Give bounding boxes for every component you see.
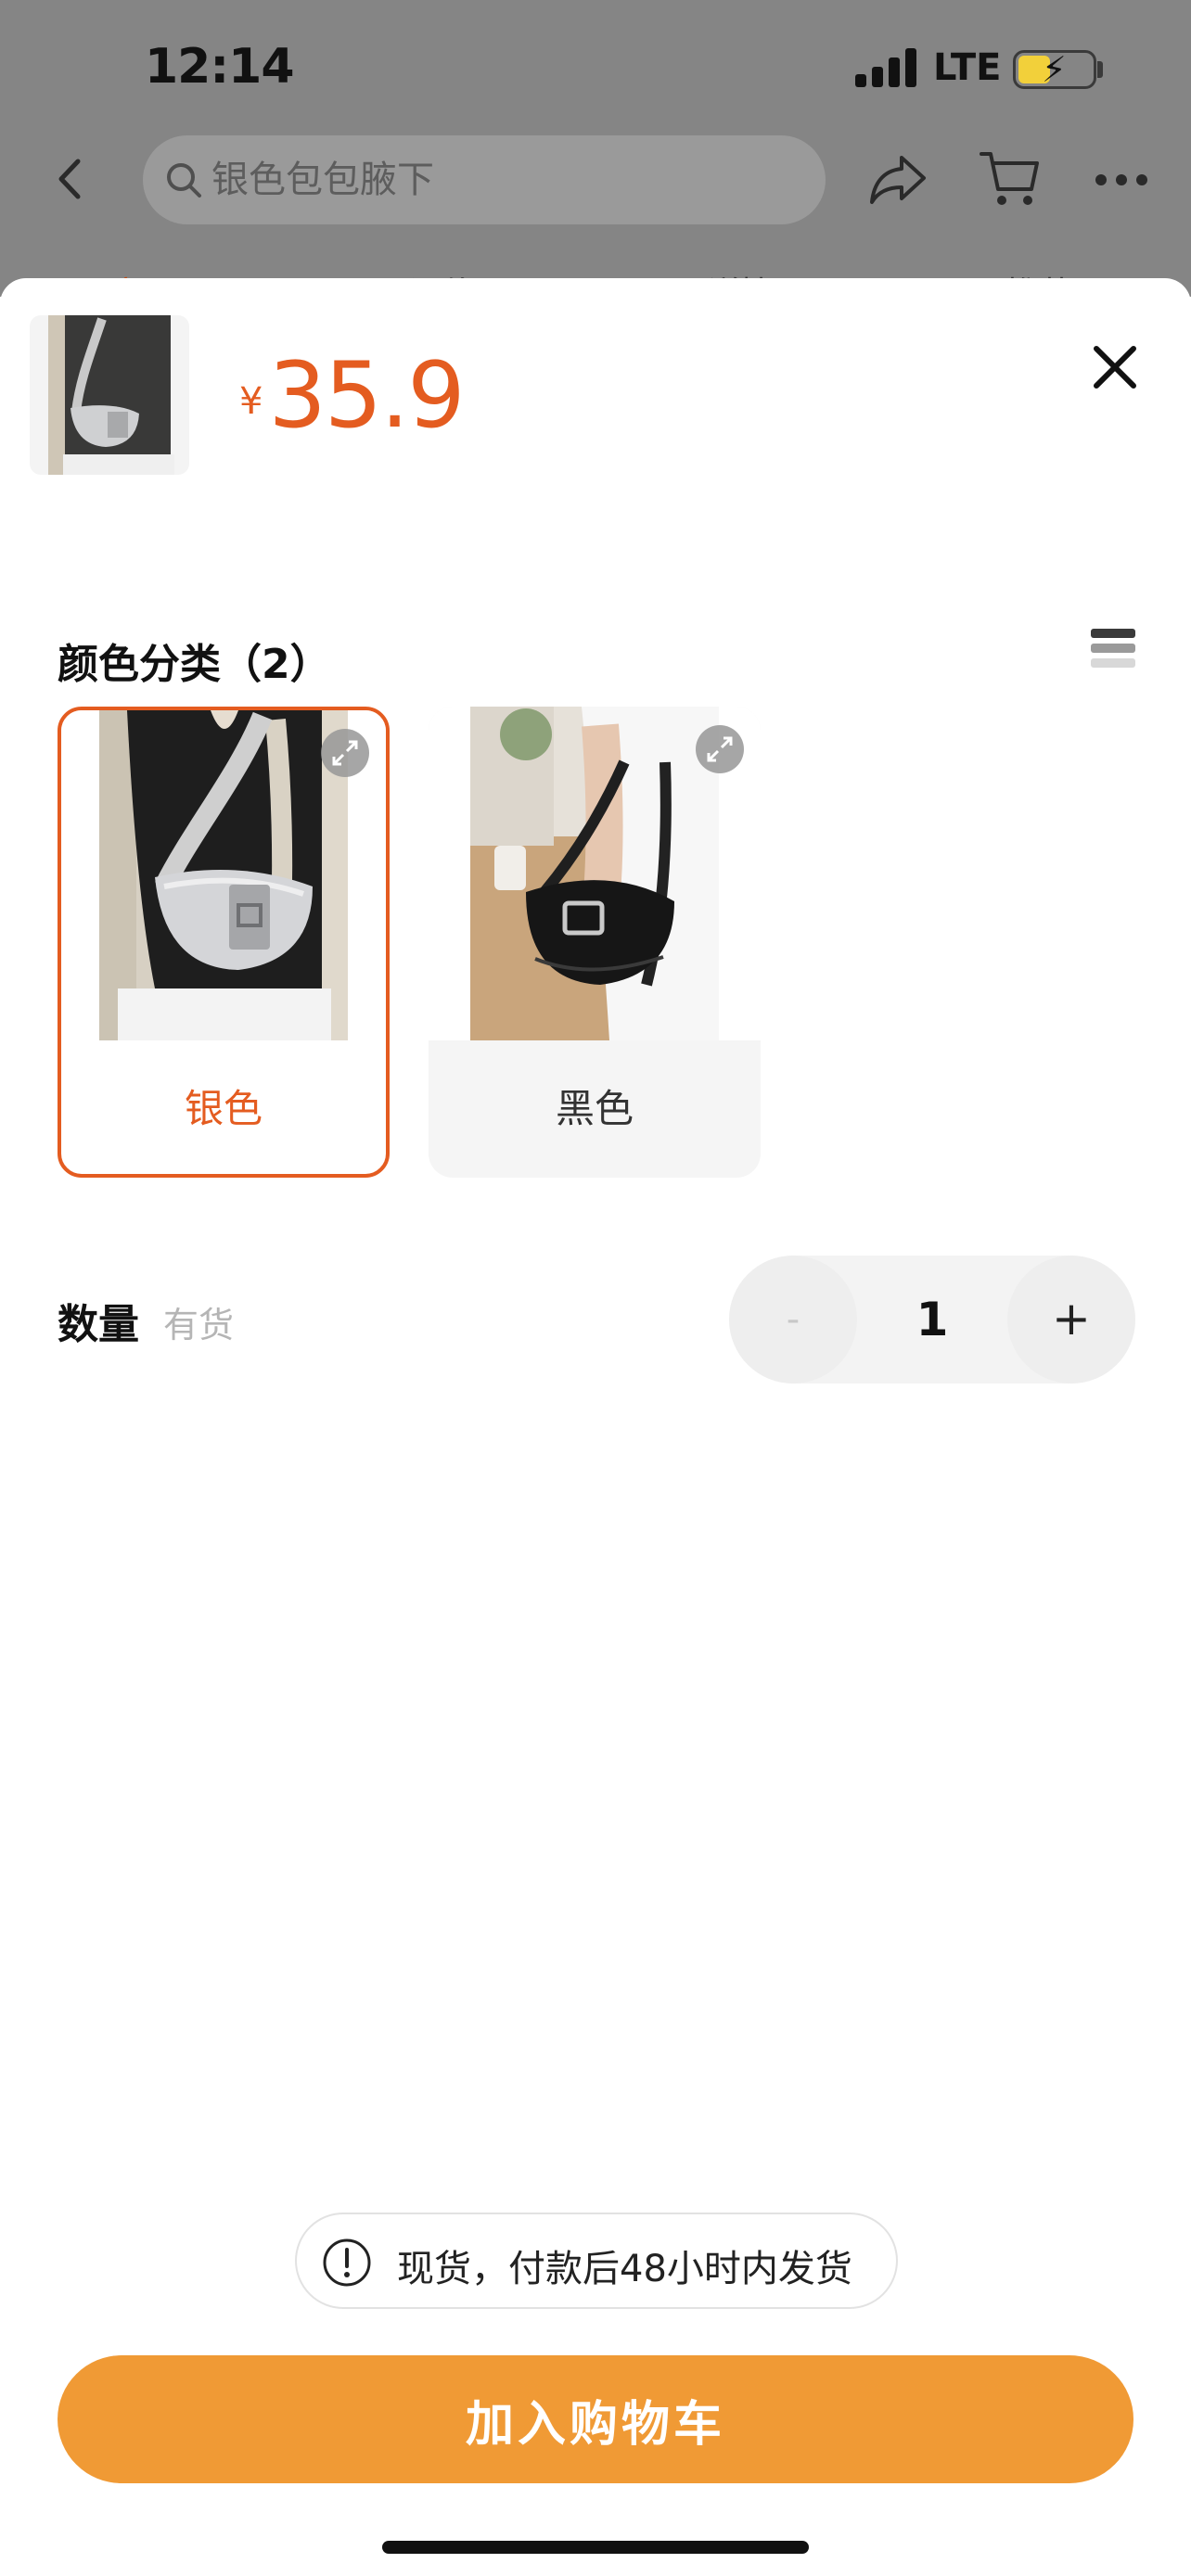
search-input[interactable]	[211, 154, 768, 206]
alert-icon	[323, 2238, 371, 2287]
expand-icon[interactable]	[696, 725, 744, 773]
background-page: 12:14 LTE ⚡ 银色包包腋下	[0, 0, 1191, 313]
variant-option-black[interactable]: 黑色	[429, 707, 761, 1178]
shipping-notice-text: 现货，付款后48小时内发货	[397, 2248, 852, 2290]
back-icon[interactable]	[48, 156, 95, 202]
quantity-stepper: - 1 +	[729, 1256, 1135, 1384]
search-bar[interactable]	[143, 135, 826, 224]
top-nav	[0, 130, 1191, 232]
price-currency: ¥	[239, 380, 263, 423]
shipping-notice: 现货，付款后48小时内发货	[295, 2213, 898, 2309]
decrease-button[interactable]: -	[729, 1256, 857, 1384]
status-time: 12:14	[145, 39, 295, 95]
increase-button[interactable]: +	[1007, 1256, 1135, 1384]
stock-status: 有货	[163, 1305, 235, 1345]
variant-section-title: 颜色分类（2）	[58, 641, 331, 688]
price-amount: 35.9	[268, 343, 465, 449]
network-label: LTE	[933, 46, 1002, 89]
cart-icon[interactable]	[978, 147, 1043, 211]
product-price: ¥35.9	[239, 343, 466, 449]
battery-icon: ⚡	[1013, 49, 1096, 90]
signal-icon	[855, 48, 920, 87]
product-thumbnail[interactable]	[30, 315, 189, 475]
variant-label-black: 黑色	[555, 1086, 634, 1131]
search-icon	[167, 163, 201, 198]
quantity-value[interactable]: 1	[868, 1256, 996, 1384]
status-bar: 12:14 LTE ⚡	[0, 0, 1191, 139]
add-to-cart-button[interactable]: 加入购物车	[58, 2355, 1133, 2483]
close-icon[interactable]	[1087, 339, 1143, 395]
sku-sheet: ¥35.9 颜色分类（2） 银色 黑色 数量 有货 - 1 + 现货，付款后48…	[0, 278, 1191, 2576]
more-icon[interactable]	[1095, 167, 1148, 193]
quantity-label: 数量	[58, 1301, 139, 1348]
list-view-icon[interactable]	[1089, 625, 1137, 673]
variant-option-silver[interactable]: 银色	[58, 707, 390, 1178]
variant-photo-black	[429, 707, 761, 1040]
share-icon[interactable]	[866, 148, 929, 211]
battery-tip	[1097, 61, 1103, 78]
variant-photo-silver	[61, 710, 386, 1044]
variant-label-silver: 银色	[184, 1086, 263, 1131]
expand-icon[interactable]	[321, 729, 369, 777]
home-indicator	[382, 2541, 809, 2554]
